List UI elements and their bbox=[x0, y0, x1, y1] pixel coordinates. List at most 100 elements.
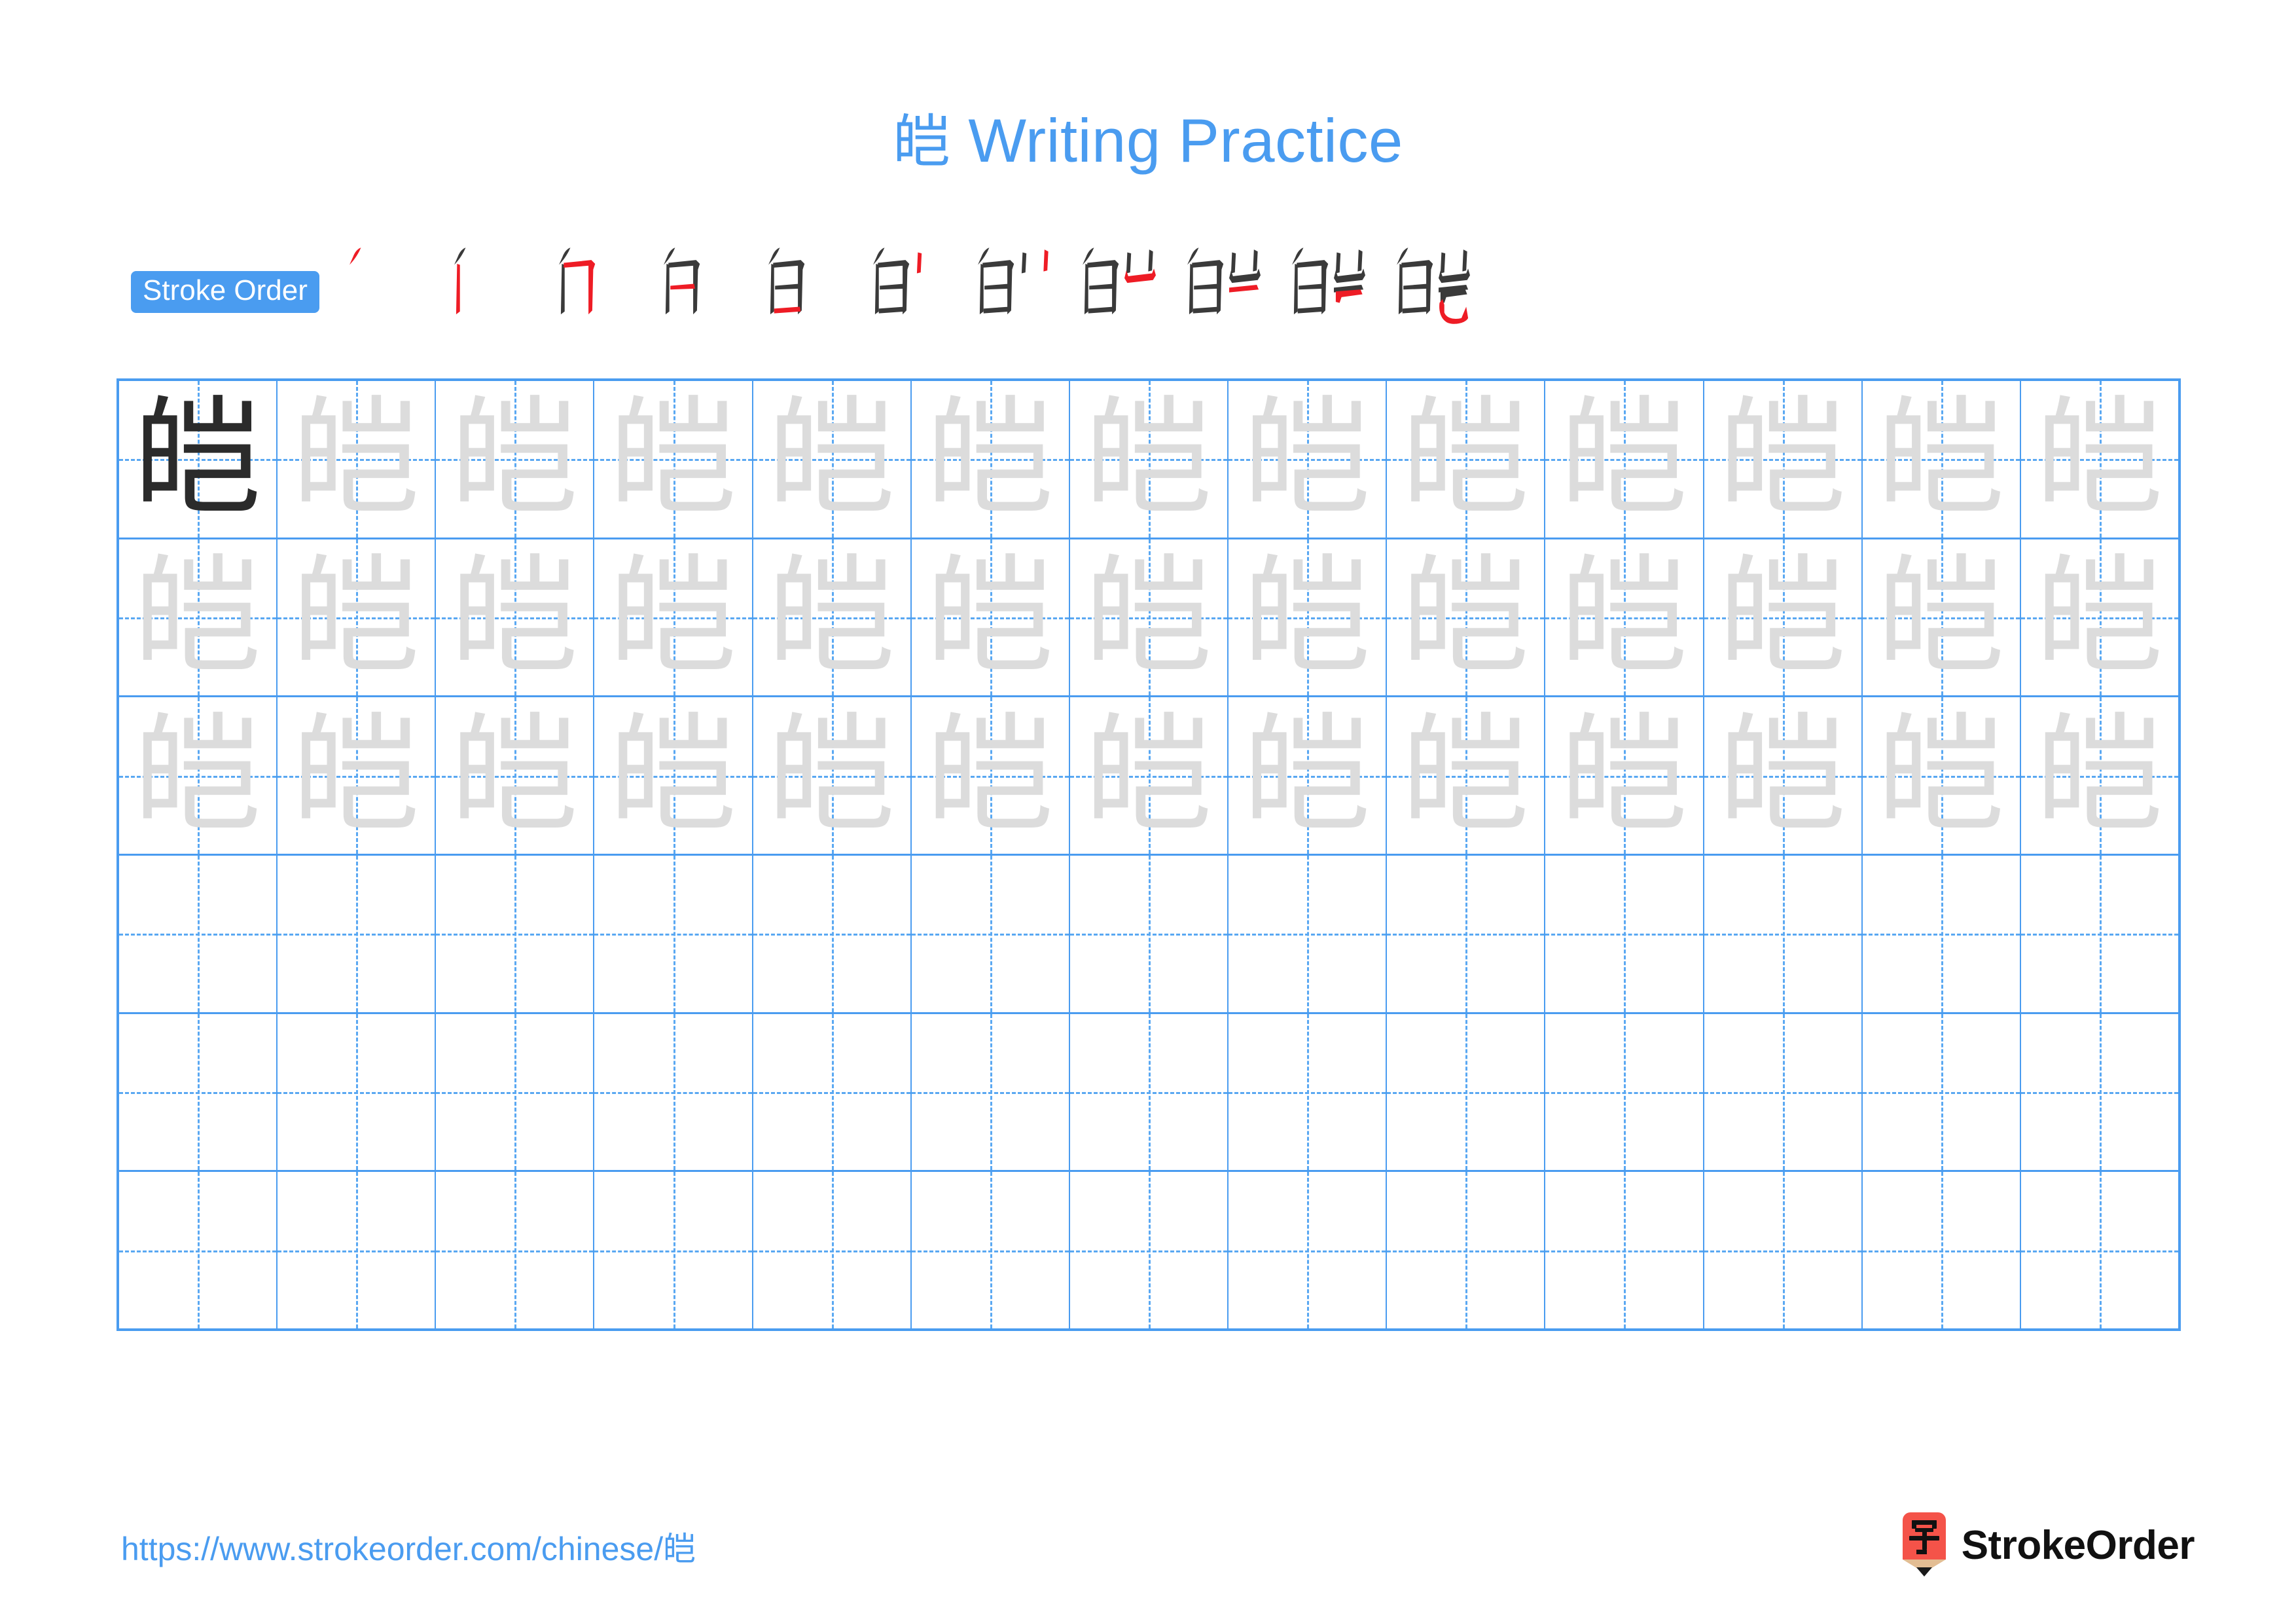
grid-cell[interactable] bbox=[119, 1013, 278, 1171]
grid-cell[interactable] bbox=[1387, 856, 1546, 1012]
grid-cell[interactable]: 皑 bbox=[2020, 381, 2179, 538]
grid-cell[interactable]: 皑 bbox=[1704, 697, 1863, 854]
grid-cell[interactable] bbox=[1387, 1013, 1546, 1171]
trace-character: 皑 bbox=[1085, 543, 1213, 692]
grid-cell[interactable] bbox=[594, 1013, 753, 1171]
grid-cell[interactable]: 皑 bbox=[1229, 381, 1388, 538]
trace-character: 皑 bbox=[2035, 701, 2164, 850]
grid-cell[interactable]: 皑 bbox=[1229, 697, 1388, 854]
grid-cell[interactable] bbox=[119, 856, 278, 1012]
grid-cell[interactable] bbox=[1069, 856, 1229, 1012]
grid-row: 皑皑皑皑皑皑皑皑皑皑皑皑皑 bbox=[119, 539, 2179, 698]
grid-cell[interactable]: 皑 bbox=[753, 539, 912, 696]
grid-cell[interactable] bbox=[911, 1013, 1070, 1171]
grid-cell[interactable] bbox=[1229, 1172, 1388, 1329]
grid-cell[interactable]: 皑 bbox=[119, 381, 278, 538]
grid-cell[interactable]: 皑 bbox=[594, 539, 753, 696]
grid-cell[interactable] bbox=[1862, 856, 2021, 1012]
grid-cell[interactable]: 皑 bbox=[1069, 697, 1229, 854]
grid-cell[interactable]: 皑 bbox=[594, 697, 753, 854]
grid-cell[interactable]: 皑 bbox=[2020, 697, 2179, 854]
grid-cell[interactable] bbox=[1704, 1013, 1863, 1171]
grid-cell[interactable] bbox=[594, 856, 753, 1012]
grid-cell[interactable] bbox=[1229, 856, 1388, 1012]
grid-cell[interactable]: 皑 bbox=[1387, 697, 1546, 854]
grid-cell[interactable] bbox=[2020, 1172, 2179, 1328]
stroke-step-9 bbox=[1166, 232, 1271, 337]
grid-cell[interactable] bbox=[911, 1172, 1070, 1329]
grid-cell[interactable] bbox=[1069, 1172, 1229, 1329]
grid-cell[interactable] bbox=[2020, 856, 2179, 1012]
stroke-step-4 bbox=[643, 232, 747, 337]
stroke-order-list bbox=[329, 247, 1480, 337]
stroke-step-11 bbox=[1376, 232, 1480, 337]
grid-cell[interactable]: 皑 bbox=[594, 381, 753, 538]
grid-cell[interactable]: 皑 bbox=[1387, 381, 1546, 538]
grid-cell[interactable] bbox=[1862, 1172, 2021, 1329]
grid-row: 皑皑皑皑皑皑皑皑皑皑皑皑皑 bbox=[119, 697, 2179, 856]
page-title: 皑 Writing Practice bbox=[0, 110, 2296, 172]
grid-cell[interactable] bbox=[436, 856, 595, 1012]
grid-cell[interactable]: 皑 bbox=[1069, 539, 1229, 696]
grid-cell[interactable]: 皑 bbox=[2020, 539, 2179, 696]
grid-cell[interactable] bbox=[753, 856, 912, 1012]
grid-cell[interactable]: 皑 bbox=[753, 697, 912, 854]
grid-cell[interactable] bbox=[1545, 856, 1704, 1012]
grid-cell[interactable] bbox=[119, 1172, 278, 1329]
trace-character: 皑 bbox=[609, 384, 738, 534]
grid-cell[interactable]: 皑 bbox=[753, 381, 912, 538]
grid-cell[interactable]: 皑 bbox=[1704, 381, 1863, 538]
grid-cell[interactable] bbox=[436, 1172, 595, 1329]
grid-cell[interactable] bbox=[436, 1013, 595, 1171]
grid-cell[interactable]: 皑 bbox=[1229, 539, 1388, 696]
grid-cell[interactable]: 皑 bbox=[911, 381, 1070, 538]
grid-cell[interactable] bbox=[753, 1013, 912, 1171]
grid-cell[interactable] bbox=[1069, 1013, 1229, 1171]
grid-cell[interactable] bbox=[1704, 856, 1863, 1012]
grid-cell[interactable]: 皑 bbox=[911, 539, 1070, 696]
grid-cell[interactable]: 皑 bbox=[1387, 539, 1546, 696]
grid-cell[interactable] bbox=[1862, 1013, 2021, 1171]
trace-character: 皑 bbox=[1401, 701, 1530, 850]
grid-cell[interactable] bbox=[1545, 1013, 1704, 1171]
grid-cell[interactable]: 皑 bbox=[119, 539, 278, 696]
grid-cell[interactable] bbox=[753, 1172, 912, 1329]
grid-cell[interactable]: 皑 bbox=[278, 697, 437, 854]
grid-cell[interactable]: 皑 bbox=[1545, 539, 1704, 696]
trace-character: 皑 bbox=[1243, 543, 1372, 692]
grid-cell[interactable]: 皑 bbox=[1862, 381, 2021, 538]
grid-cell[interactable]: 皑 bbox=[436, 539, 595, 696]
trace-character: 皑 bbox=[1718, 543, 1847, 692]
grid-cell[interactable]: 皑 bbox=[278, 381, 437, 538]
grid-cell[interactable]: 皑 bbox=[1862, 539, 2021, 696]
trace-character: 皑 bbox=[1876, 384, 2005, 534]
grid-cell[interactable] bbox=[1704, 1172, 1863, 1329]
grid-cell[interactable]: 皑 bbox=[911, 697, 1070, 854]
trace-character: 皑 bbox=[1085, 384, 1213, 534]
grid-cell[interactable]: 皑 bbox=[436, 381, 595, 538]
grid-cell[interactable] bbox=[1229, 1013, 1388, 1171]
grid-cell[interactable]: 皑 bbox=[1545, 381, 1704, 538]
footer-url-link[interactable]: https://www.strokeorder.com/chinese/皑 bbox=[121, 1523, 696, 1570]
grid-cell[interactable]: 皑 bbox=[1545, 697, 1704, 854]
grid-cell[interactable] bbox=[1387, 1172, 1546, 1329]
grid-cell[interactable] bbox=[278, 856, 437, 1012]
stroke-step-8 bbox=[1062, 232, 1166, 337]
grid-cell[interactable]: 皑 bbox=[119, 697, 278, 854]
grid-cell[interactable] bbox=[2020, 1013, 2179, 1171]
trace-character: 皑 bbox=[292, 701, 421, 850]
stroke-order-section: Stroke Order bbox=[131, 247, 1480, 331]
grid-cell[interactable]: 皑 bbox=[1069, 381, 1229, 538]
grid-cell[interactable] bbox=[594, 1172, 753, 1329]
trace-character: 皑 bbox=[609, 543, 738, 692]
stroke-step-7 bbox=[957, 232, 1062, 337]
grid-cell[interactable] bbox=[911, 856, 1070, 1012]
grid-cell[interactable]: 皑 bbox=[436, 697, 595, 854]
grid-cell[interactable]: 皑 bbox=[278, 539, 437, 696]
grid-cell[interactable]: 皑 bbox=[1704, 539, 1863, 696]
grid-cell[interactable]: 皑 bbox=[1862, 697, 2021, 854]
grid-cell[interactable] bbox=[1545, 1172, 1704, 1329]
grid-cell[interactable] bbox=[278, 1013, 437, 1171]
trace-character: 皑 bbox=[292, 384, 421, 534]
grid-cell[interactable] bbox=[278, 1172, 437, 1329]
